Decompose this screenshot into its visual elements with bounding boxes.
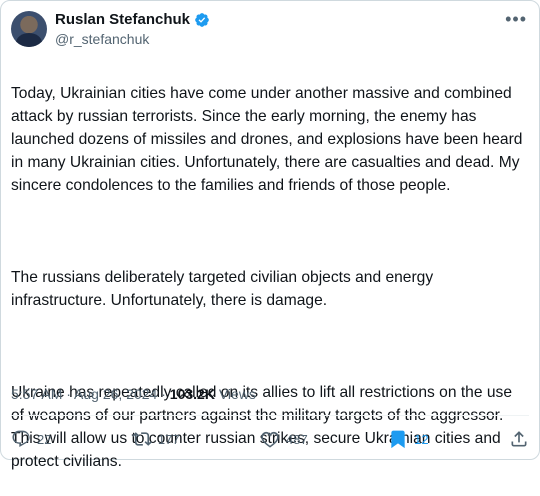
share-button[interactable] (509, 429, 529, 449)
tweet-paragraph-2: The russians deliberately targeted civil… (11, 269, 434, 309)
author-name-row: Ruslan Stefanchuk (55, 11, 210, 28)
reply-count: 22 (37, 431, 52, 447)
like-button[interactable]: 487 (260, 429, 308, 449)
author-name[interactable]: Ruslan Stefanchuk (55, 11, 190, 28)
tweet-paragraph-1: Today, Ukrainian cities have come under … (11, 85, 523, 194)
bookmark-icon (391, 430, 405, 449)
heart-icon (261, 431, 279, 448)
tweet-date[interactable]: Aug 26, 2024 (74, 386, 157, 402)
divider (11, 415, 529, 416)
tweet-card: Ruslan Stefanchuk @r_stefanchuk ••• Toda… (0, 0, 540, 470)
bookmark-count: 12 (414, 431, 429, 447)
tweet-header: Ruslan Stefanchuk @r_stefanchuk ••• (11, 9, 529, 49)
views-label: Views (214, 386, 256, 402)
tweet-time[interactable]: 5:57 AM (11, 386, 62, 402)
views-count: 103.2K (169, 386, 215, 402)
meta-separator: · (62, 386, 75, 402)
like-count: 487 (285, 431, 308, 447)
bookmark-button[interactable]: 12 (388, 429, 429, 449)
meta-separator-2: · (157, 386, 170, 402)
share-icon (511, 431, 527, 447)
repost-button[interactable]: 177 (131, 429, 180, 449)
verified-badge-icon (195, 12, 209, 27)
repost-icon (131, 432, 152, 446)
reply-button[interactable]: 22 (11, 429, 51, 449)
reply-icon (12, 430, 30, 447)
author-handle[interactable]: @r_stefanchuk (55, 31, 149, 47)
avatar[interactable] (11, 11, 47, 47)
repost-count: 177 (157, 431, 180, 447)
action-bar: 22 177 487 12 (11, 427, 529, 451)
more-icon[interactable]: ••• (505, 9, 527, 30)
tweet-meta: 5:57 AM · Aug 26, 2024 · 103.2K Views (11, 386, 256, 402)
